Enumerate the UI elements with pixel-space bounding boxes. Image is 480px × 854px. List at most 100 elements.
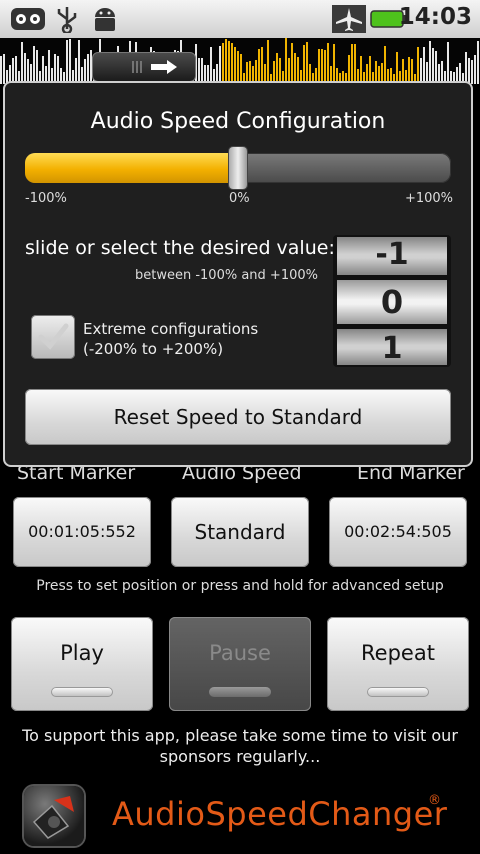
waveform-bar (231, 43, 233, 84)
waveform-bar (21, 42, 23, 84)
waveform-bar (291, 42, 293, 84)
airplane-mode-icon (332, 5, 366, 33)
slider-mid-label: 0% (229, 191, 250, 206)
speed-number-picker[interactable]: -1 0 1 (333, 235, 451, 367)
picker-next-value[interactable]: 1 (337, 329, 447, 366)
waveform-bar (276, 52, 278, 84)
waveform-bar (471, 60, 473, 84)
waveform-bar (24, 52, 26, 84)
waveform-bar (435, 51, 437, 84)
app-logo-icon[interactable] (24, 786, 84, 846)
audio-speed-dialog: Audio Speed Configuration -100% 0% +100%… (3, 81, 473, 467)
brand-name[interactable]: AudioSpeedChanger (112, 795, 447, 833)
waveform-bar (297, 57, 299, 84)
waveform[interactable] (0, 38, 480, 84)
waveform-bar (33, 45, 35, 84)
waveform-bar (294, 52, 296, 84)
repeat-button[interactable]: Repeat (327, 617, 469, 711)
extreme-config-checkbox[interactable] (31, 315, 75, 359)
extreme-config-line1: Extreme configurations (83, 320, 259, 338)
waveform-bar (222, 43, 224, 84)
waveform-bar (57, 56, 59, 84)
end-marker-button[interactable]: 00:02:54:505 (329, 497, 467, 567)
waveform-bar (327, 42, 329, 84)
waveform-bar (324, 50, 326, 84)
waveform-bar (348, 54, 350, 84)
checkmark-icon (38, 323, 69, 350)
pause-label: Pause (209, 641, 271, 665)
reset-speed-button[interactable]: Reset Speed to Standard (25, 389, 451, 445)
waveform-bar (234, 47, 236, 84)
waveform-bar (267, 39, 269, 84)
play-button[interactable]: Play (11, 617, 153, 711)
waveform-bar (15, 55, 17, 84)
play-label: Play (60, 641, 104, 665)
clock: 14:03 (398, 4, 472, 30)
extreme-config-line2: (-200% to +200%) (83, 340, 224, 358)
waveform-bar (351, 44, 353, 84)
usb-icon (57, 7, 77, 33)
extreme-config-label: Extreme configurations (-200% to +200%) (83, 319, 258, 359)
audio-speed-button[interactable]: Standard (171, 497, 309, 567)
waveform-bar (87, 54, 89, 84)
waveform-bar (396, 51, 398, 84)
waveform-bar (360, 56, 362, 84)
repeat-label: Repeat (361, 641, 435, 665)
repeat-indicator (367, 687, 429, 697)
range-hint: between -100% and +100% (135, 268, 318, 283)
waveform-bar (54, 53, 56, 84)
waveform-bar (333, 44, 335, 84)
waveform-bar (219, 46, 221, 84)
waveform-bar (3, 53, 5, 84)
marker-hint: Press to set position or press and hold … (36, 578, 444, 594)
waveform-bar (384, 45, 386, 84)
waveform-bar (258, 49, 260, 84)
waveform-bar (321, 48, 323, 84)
waveform-bar (48, 49, 50, 84)
dialog-title: Audio Speed Configuration (90, 109, 386, 134)
waveform-bar (69, 39, 71, 84)
waveform-bar (468, 58, 470, 84)
reset-speed-label: Reset Speed to Standard (113, 405, 363, 429)
waveform-bar (303, 45, 305, 84)
waveform-bar (210, 47, 212, 84)
waveform-bar (66, 40, 68, 84)
waveform-bar (36, 50, 38, 84)
waveform-bar (240, 54, 242, 84)
waveform-bar (42, 56, 44, 84)
select-value-prompt: slide or select the desired value: (25, 237, 335, 259)
speed-slider-thumb[interactable] (229, 147, 247, 189)
slider-max-label: +100% (404, 191, 453, 206)
waveform-bar (447, 42, 449, 84)
waveform-bar (306, 41, 308, 84)
pause-button[interactable]: Pause (169, 617, 311, 711)
waveform-bar (465, 52, 467, 84)
pause-indicator (209, 687, 271, 697)
picker-current-value[interactable]: 0 (337, 280, 447, 324)
waveform-bar (0, 56, 2, 84)
waveform-bar (78, 39, 80, 84)
waveform-bar (408, 56, 410, 84)
waveform-bar (228, 40, 230, 84)
waveform-bar (477, 41, 479, 84)
waveform-scroll-handle[interactable] (92, 52, 196, 82)
waveform-bar (318, 48, 320, 84)
slider-min-label: -100% (25, 191, 67, 206)
waveform-bar (354, 43, 356, 84)
voicemail-icon (11, 8, 45, 30)
picker-prev-value[interactable]: -1 (337, 237, 447, 275)
play-indicator (51, 687, 113, 697)
waveform-bar (417, 46, 419, 84)
status-bar: 14:03 (0, 0, 480, 39)
waveform-bar (285, 38, 287, 84)
waveform-bar (225, 39, 227, 84)
waveform-bar (261, 47, 263, 84)
waveform-bar (423, 47, 425, 84)
android-debug-icon (95, 8, 115, 31)
arrow-right-icon (132, 60, 177, 74)
support-text: To support this app, please take some ti… (22, 726, 458, 766)
waveform-bar (474, 54, 476, 84)
start-marker-button[interactable]: 00:01:05:552 (13, 497, 151, 567)
registered-mark: ® (428, 793, 441, 808)
waveform-bar (369, 56, 371, 84)
